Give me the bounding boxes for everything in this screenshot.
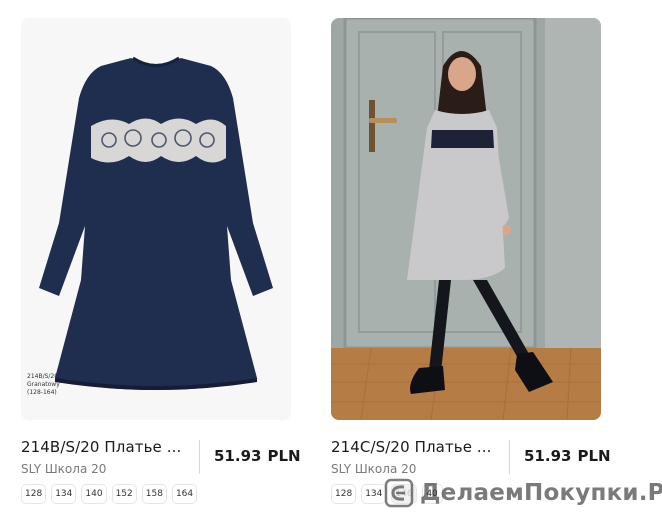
product-card[interactable]: 214B/S/20 Granatowy (128-164) 214B/S/20 … [21, 18, 301, 494]
price-currency: PLN [577, 447, 611, 465]
product-grid: 214B/S/20 Granatowy (128-164) 214B/S/20 … [0, 0, 662, 524]
dress-image [21, 18, 291, 420]
watermark-logo-icon [384, 478, 414, 508]
price-value: 51.93 [214, 447, 262, 465]
divider [199, 440, 200, 474]
product-brand[interactable]: SLY Школа 20 [331, 462, 416, 476]
size-list: 128 134 140 152 158 164 [21, 484, 198, 504]
product-title[interactable]: 214B/S/20 Платье ... [21, 438, 181, 456]
product-price: 51.93 PLN [524, 447, 611, 465]
lace-band [91, 118, 226, 163]
size-chip[interactable]: 140 [81, 484, 107, 504]
size-chip[interactable]: 134 [361, 484, 387, 504]
door-handle [369, 118, 397, 123]
watermark: ДелаемПокупки.Ру [384, 478, 662, 508]
size-chip[interactable]: 164 [171, 484, 198, 504]
lace-band [431, 130, 494, 148]
price-value: 51.93 [524, 447, 572, 465]
model-image [331, 18, 601, 420]
product-brand[interactable]: SLY Школа 20 [21, 462, 106, 476]
divider [509, 440, 510, 474]
size-chip[interactable]: 134 [51, 484, 77, 504]
product-card[interactable]: 214C/S/20 Платье ... SLY Школа 20 51.93 P… [331, 18, 611, 494]
size-chip[interactable]: 128 [21, 484, 47, 504]
product-photo[interactable]: 214B/S/20 Granatowy (128-164) [21, 18, 291, 420]
product-price: 51.93 PLN [214, 447, 301, 465]
product-photo[interactable] [331, 18, 601, 420]
photo-caption: 214B/S/20 Granatowy (128-164) [27, 373, 60, 396]
watermark-text: ДелаемПокупки.Ру [420, 480, 662, 506]
size-chip[interactable]: 152 [111, 484, 137, 504]
size-chip[interactable]: 158 [141, 484, 167, 504]
size-chip[interactable]: 128 [331, 484, 357, 504]
parquet-floor [331, 348, 601, 420]
product-title[interactable]: 214C/S/20 Платье ... [331, 438, 492, 456]
price-currency: PLN [267, 447, 301, 465]
